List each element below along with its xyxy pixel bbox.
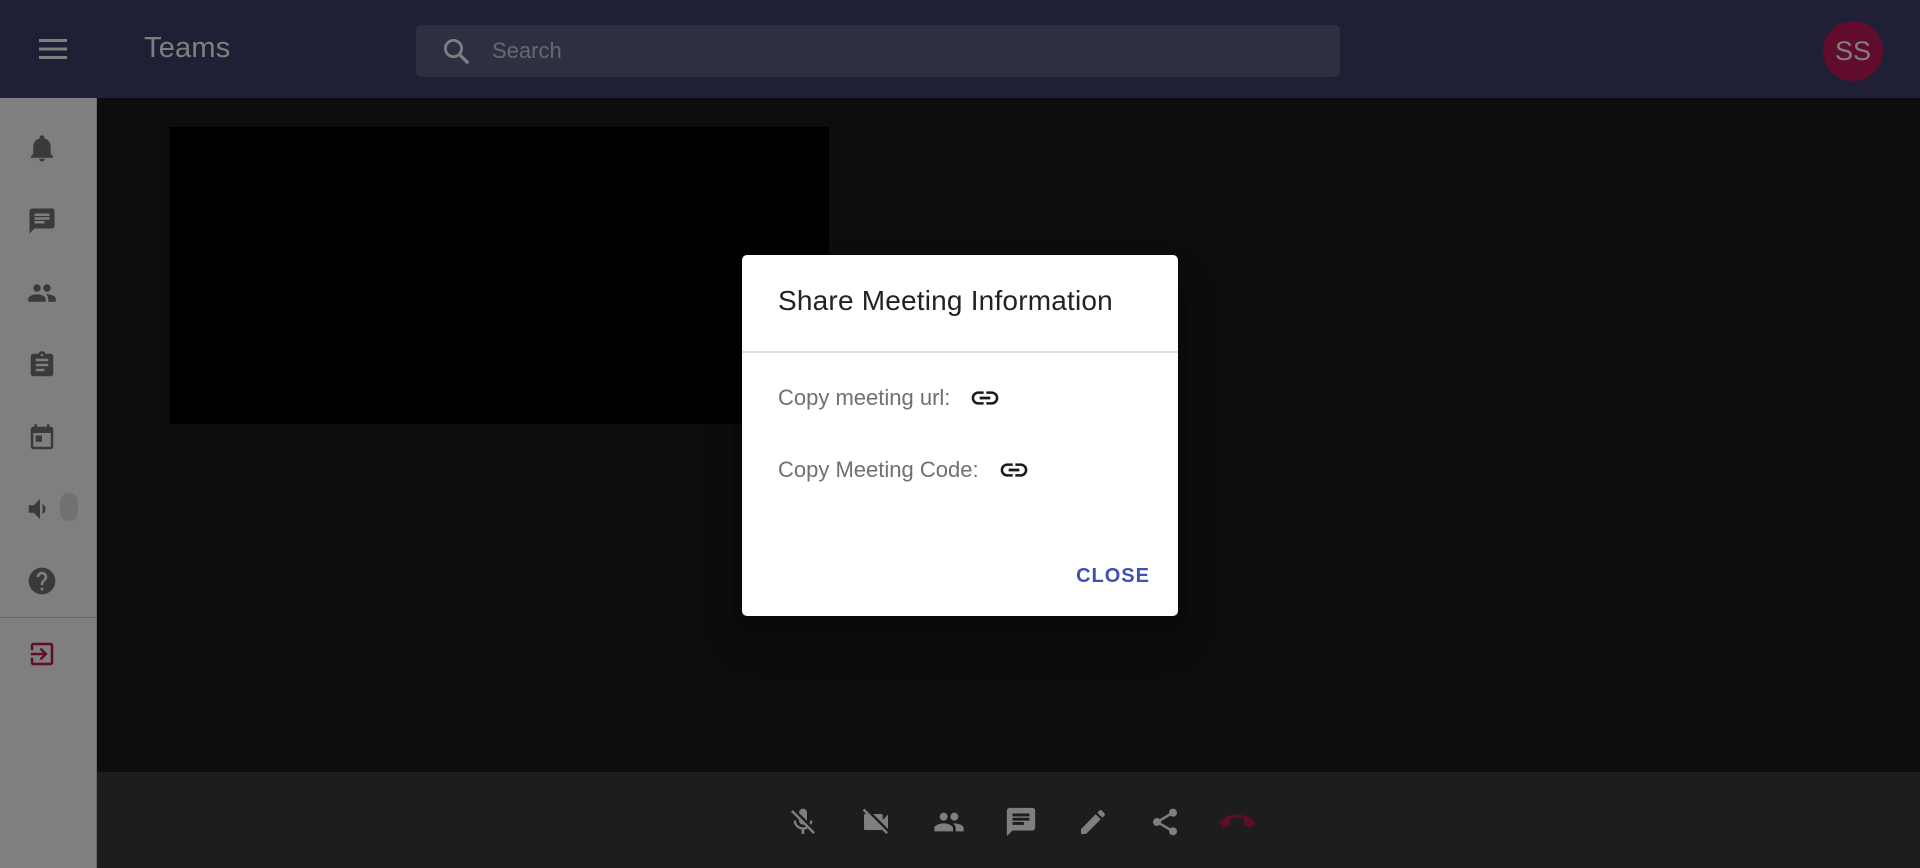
link-icon[interactable]: [968, 381, 1002, 415]
copy-url-row: Copy meeting url:: [778, 381, 1002, 415]
dialog-divider: [742, 351, 1178, 353]
copy-url-label: Copy meeting url:: [778, 385, 951, 410]
share-meeting-dialog: Share Meeting Information Copy meeting u…: [742, 255, 1178, 616]
copy-code-row: Copy Meeting Code:: [778, 453, 1031, 487]
link-icon[interactable]: [997, 453, 1031, 487]
teams-app: Teams SS: [0, 0, 1920, 868]
dialog-title: Share Meeting Information: [778, 285, 1113, 316]
close-button[interactable]: CLOSE: [1068, 557, 1158, 596]
copy-code-label: Copy Meeting Code:: [778, 457, 979, 482]
